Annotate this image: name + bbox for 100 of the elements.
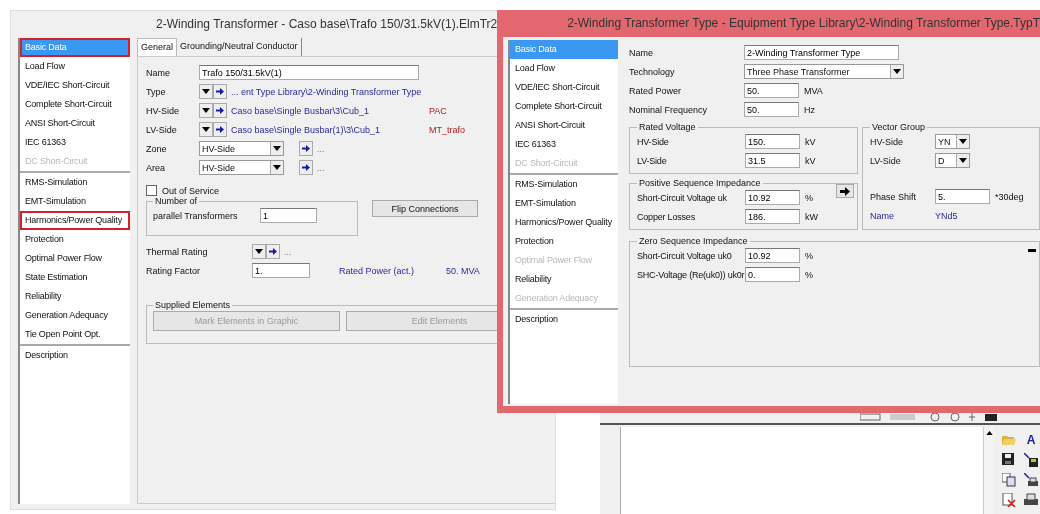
sidebar-item[interactable]: Generation Adequacy: [20, 306, 130, 325]
window-title: 2-Winding Transformer Type - Equipment Type Library\2-Winding Transformer Type.TypT: [566, 15, 1040, 32]
checkbox[interactable]: [146, 185, 157, 196]
arrow-icon: [269, 248, 277, 255]
caret-icon: [959, 139, 967, 144]
sidebar-item[interactable]: Description: [20, 346, 130, 365]
print-to-icon[interactable]: [1024, 473, 1038, 487]
save-to-disk-icon[interactable]: [1024, 453, 1038, 467]
printer-icon[interactable]: [1024, 493, 1038, 507]
text-field[interactable]: 50.: [744, 102, 799, 117]
sidebar-item[interactable]: Protection: [510, 232, 618, 251]
dropdown-button[interactable]: [199, 84, 213, 99]
dropdown-field[interactable]: Three Phase Transformer: [744, 64, 904, 79]
field-label: Thermal Rating: [146, 246, 209, 257]
unit-label: kW: [805, 211, 818, 222]
text-field[interactable]: 5.: [935, 189, 990, 204]
sidebar-item[interactable]: Optimal Power Flow: [20, 249, 130, 268]
sidebar-item[interactable]: VDE/IEC Short-Circuit: [20, 76, 130, 95]
copy-icon[interactable]: [1002, 473, 1016, 487]
field-label: LV-Side: [637, 155, 668, 166]
dropdown-button[interactable]: [199, 122, 213, 137]
dropdown-button[interactable]: [252, 244, 266, 259]
text-field[interactable]: Trafo 150/31.5kV(1): [199, 65, 419, 80]
group-title: Zero Sequence Impedance: [638, 236, 749, 246]
link-path[interactable]: Caso base\Single Busbar(1)\3\Cub_1: [231, 124, 429, 135]
sidebar-item[interactable]: Tie Open Point Opt.: [20, 325, 130, 344]
sidebar-item[interactable]: Harmonics/Power Quality: [510, 213, 618, 232]
text-field[interactable]: 10.92: [745, 248, 800, 263]
unit-label: Hz: [804, 104, 815, 115]
jump-button[interactable]: [266, 244, 280, 259]
sidebar-item[interactable]: Reliability: [20, 287, 130, 306]
sidebar-item[interactable]: Reliability: [510, 270, 618, 289]
dropdown-field[interactable]: D: [935, 153, 970, 168]
field-label: Short-Circuit Voltage uk: [637, 192, 728, 203]
sidebar-item[interactable]: RMS-Simulation: [510, 175, 618, 194]
arrow-icon: [840, 186, 850, 196]
sidebar-item[interactable]: IEC 61363: [510, 135, 618, 154]
sidebar-item[interactable]: VDE/IEC Short-Circuit: [510, 78, 618, 97]
sidebar-item[interactable]: Protection: [20, 230, 130, 249]
caret-icon: [273, 165, 281, 170]
field-label: LV-Side: [870, 155, 902, 166]
link-path[interactable]: ... ent Type Library\2-Winding Transformer Type: [231, 86, 429, 97]
minus-icon[interactable]: [1028, 248, 1036, 254]
terminal-tag: MT_trafo: [429, 124, 465, 135]
group-title: Vector Group: [871, 122, 927, 132]
field-label: LV-Side: [146, 124, 178, 135]
sidebar-item[interactable]: Harmonics/Power Quality: [20, 211, 130, 230]
sidebar-item[interactable]: IEC 61363: [20, 133, 130, 152]
text-field[interactable]: 10.92: [745, 190, 800, 205]
unit-label: kV: [805, 136, 816, 147]
text-field[interactable]: 150.: [745, 134, 800, 149]
unit-label: %: [805, 250, 813, 261]
sidebar-item[interactable]: EMT-Simulation: [20, 192, 130, 211]
tab[interactable]: General: [137, 38, 178, 56]
field-label: Short-Circuit Voltage uk0: [637, 250, 733, 261]
unit-label: *30deg: [995, 191, 1024, 202]
dropdown-button[interactable]: [199, 103, 213, 118]
sidebar-item[interactable]: Load Flow: [510, 59, 618, 78]
delete-document-icon[interactable]: [1002, 493, 1016, 507]
jump-button[interactable]: [213, 122, 227, 137]
text-field[interactable]: 0.: [745, 267, 800, 282]
link-path[interactable]: Caso base\Single Busbar\3\Cub_1: [231, 105, 429, 116]
dropdown-field[interactable]: HV-Side: [199, 160, 284, 175]
font-button[interactable]: A: [1024, 434, 1038, 447]
field-label: HV-Side: [870, 136, 905, 147]
arrow-icon: [302, 145, 310, 152]
text-field[interactable]: 1.: [252, 263, 310, 278]
text-field[interactable]: 1: [260, 208, 317, 223]
scroll-up-icon[interactable]: [985, 431, 993, 435]
text-field[interactable]: 186.: [745, 209, 800, 224]
next-button[interactable]: [836, 184, 854, 198]
tab[interactable]: Grounding/Neutral Conductor: [177, 38, 302, 56]
jump-button[interactable]: [299, 160, 313, 175]
sidebar-item[interactable]: Complete Short-Circuit: [510, 97, 618, 116]
sidebar-item[interactable]: ANSI Short-Circuit: [20, 114, 130, 133]
vector-group-value: YNd5: [935, 210, 958, 221]
field-label: SHC-Voltage (Re(uk0)) uk0r: [637, 269, 745, 280]
text-field[interactable]: 31.5: [745, 153, 800, 168]
sidebar-item[interactable]: ANSI Short-Circuit: [510, 116, 618, 135]
group-title: Supplied Elements: [154, 300, 232, 310]
sidebar-item[interactable]: State Estimation: [20, 268, 130, 287]
sidebar-item[interactable]: EMT-Simulation: [510, 194, 618, 213]
terminal-tag: PAC: [429, 105, 447, 116]
dropdown-field[interactable]: YN: [935, 134, 970, 149]
caret-icon: [273, 146, 281, 151]
sidebar-item[interactable]: Load Flow: [20, 57, 130, 76]
scrollbar[interactable]: [983, 427, 994, 514]
unit-label: %: [805, 269, 813, 280]
dropdown-field[interactable]: HV-Side: [199, 141, 284, 156]
jump-button[interactable]: [299, 141, 313, 156]
sidebar-item[interactable]: RMS-Simulation: [20, 173, 130, 192]
more-text: ...: [284, 246, 292, 257]
jump-button[interactable]: [213, 84, 227, 99]
sidebar-item[interactable]: Complete Short-Circuit: [20, 95, 130, 114]
text-field[interactable]: 50.: [744, 83, 799, 98]
jump-button[interactable]: [213, 103, 227, 118]
text-field[interactable]: 2-Winding Transformer Type: [744, 45, 899, 60]
flip-connections-button[interactable]: Flip Connections: [372, 200, 478, 217]
field-label: Area: [146, 162, 166, 173]
more-text: ...: [317, 162, 325, 173]
